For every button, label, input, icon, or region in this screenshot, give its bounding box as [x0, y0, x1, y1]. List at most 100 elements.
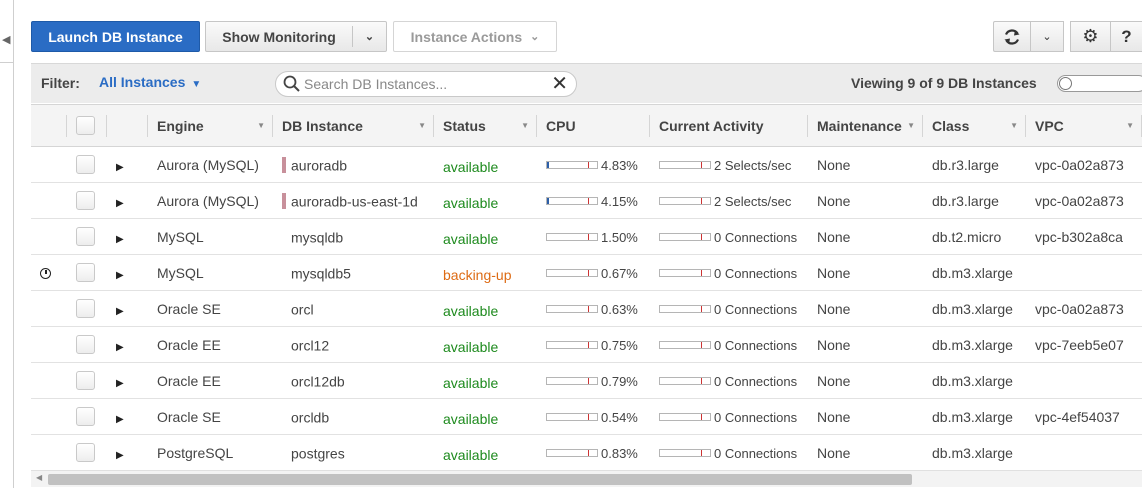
vpc-cell[interactable]: vpc-0a02a873: [1026, 146, 1142, 183]
expand-triangle-icon[interactable]: ▶: [116, 198, 124, 209]
db-instance-name[interactable]: orcl12db: [291, 373, 345, 389]
db-instance-name[interactable]: postgres: [291, 445, 345, 461]
cpu-cell: 1.50%: [537, 218, 650, 255]
column-header-cpu[interactable]: CPU: [537, 104, 650, 147]
row-checkbox[interactable]: [76, 299, 95, 318]
column-header-class[interactable]: Class ▼: [923, 104, 1026, 147]
header-expand-col: [107, 104, 148, 147]
cpu-gauge-threshold: [588, 162, 589, 169]
activity-gauge: [659, 197, 711, 206]
sort-icon: ▼: [1126, 121, 1134, 130]
row-expand-cell: ▶: [107, 362, 148, 399]
scrollbar-thumb[interactable]: [48, 474, 912, 485]
vpc-cell[interactable]: [1026, 362, 1142, 399]
show-monitoring-button[interactable]: Show Monitoring ⌄: [205, 21, 387, 52]
launch-db-instance-button[interactable]: Launch DB Instance: [31, 21, 200, 52]
left-panel-edge: ◀: [0, 0, 16, 488]
expand-triangle-icon[interactable]: ▶: [116, 414, 124, 425]
db-instance-name[interactable]: auroradb-us-east-1d: [291, 193, 418, 209]
vpc-cell[interactable]: vpc-b302a8ca: [1026, 218, 1142, 255]
status-cell: available: [434, 146, 537, 183]
activity-value: 0 Connections: [714, 409, 798, 425]
cpu-value: 0.75%: [601, 337, 638, 353]
db-instance-name[interactable]: auroradb: [291, 157, 347, 173]
row-checkbox[interactable]: [76, 227, 95, 246]
help-icon[interactable]: ?: [1110, 21, 1142, 52]
row-checkbox[interactable]: [76, 371, 95, 390]
expand-triangle-icon[interactable]: ▶: [116, 342, 124, 353]
activity-gauge: [659, 305, 711, 314]
db-instance-name[interactable]: mysqldb: [291, 229, 343, 245]
refresh-icon[interactable]: [993, 21, 1030, 52]
refresh-options-chevron-icon[interactable]: ⌄: [1030, 21, 1064, 52]
column-header-label: VPC: [1035, 117, 1064, 134]
row-checkbox[interactable]: [76, 155, 95, 174]
filter-dropdown[interactable]: All Instances ▼: [99, 74, 201, 90]
row-checkbox[interactable]: [76, 263, 95, 282]
select-all-checkbox[interactable]: [76, 116, 95, 135]
row-checkbox[interactable]: [76, 335, 95, 354]
activity-gauge-threshold: [701, 306, 702, 313]
activity-value: 2 Selects/sec: [714, 193, 792, 209]
vpc-cell[interactable]: [1026, 434, 1142, 470]
cpu-cell: 0.63%: [537, 290, 650, 327]
table-row[interactable]: ▶ Oracle SE orcl available 0.63% 0 Connection…: [31, 290, 1142, 327]
chevron-down-icon[interactable]: ⌄: [353, 30, 386, 43]
toggle-slider[interactable]: [1057, 75, 1142, 92]
table-row[interactable]: ▶ Aurora (MySQL) auroradb-us-east-1d availa…: [31, 182, 1142, 219]
expand-triangle-icon[interactable]: ▶: [116, 450, 124, 461]
table-row[interactable]: ▶ Aurora (MySQL) auroradb available 4.83% 2 S…: [31, 146, 1142, 183]
show-monitoring-label: Show Monitoring: [222, 28, 336, 45]
class-cell: db.m3.xlarge: [923, 254, 1026, 291]
column-header-status[interactable]: Status ▼: [434, 104, 537, 147]
table-row[interactable]: ▶ Oracle SE orcldb available 0.54% 0 Connecti…: [31, 398, 1142, 435]
db-instance-cell: mysqldb5: [273, 254, 434, 291]
vpc-cell[interactable]: vpc-7eeb5e07: [1026, 326, 1142, 363]
vpc-cell[interactable]: vpc-4ef54037: [1026, 398, 1142, 435]
horizontal-scrollbar[interactable]: ◀: [31, 470, 1142, 487]
db-instance-name[interactable]: mysqldb5: [291, 265, 351, 281]
status-cell: available: [434, 182, 537, 219]
column-header-vpc[interactable]: VPC ▼: [1026, 104, 1142, 147]
column-header-label: Status: [443, 117, 486, 134]
class-cell: db.r3.large: [923, 182, 1026, 219]
table-row[interactable]: ▶ MySQL mysqldb5 backing-up 0.67% 0 Connectio…: [31, 254, 1142, 291]
expand-triangle-icon[interactable]: ▶: [116, 234, 124, 245]
activity-gauge-threshold: [701, 342, 702, 349]
table-row[interactable]: ▶ PostgreSQL postgres available 0.83% 0 Conne…: [31, 434, 1142, 470]
row-expand-cell: ▶: [107, 182, 148, 219]
expand-triangle-icon[interactable]: ▶: [116, 306, 124, 317]
activity-gauge-threshold: [701, 234, 702, 241]
column-header-db-instance[interactable]: DB Instance ▼: [273, 104, 434, 147]
table-row[interactable]: ▶ MySQL mysqldb available 1.50% 0 Connections…: [31, 218, 1142, 255]
engine-cell: Oracle SE: [148, 290, 273, 327]
column-header-engine[interactable]: Engine ▼: [148, 104, 273, 147]
table-row[interactable]: ▶ Oracle EE orcl12 available 0.75% 0 Connecti…: [31, 326, 1142, 363]
expand-triangle-icon[interactable]: ▶: [116, 378, 124, 389]
activity-cell: 0 Connections: [650, 254, 808, 291]
gear-icon[interactable]: ⚙: [1070, 21, 1110, 52]
instance-actions-button[interactable]: Instance Actions ⌄: [393, 21, 557, 52]
row-checkbox[interactable]: [76, 191, 95, 210]
row-checkbox[interactable]: [76, 407, 95, 426]
expand-triangle-icon[interactable]: ▶: [116, 162, 124, 173]
vpc-cell[interactable]: [1026, 254, 1142, 291]
slider-knob[interactable]: [1059, 77, 1072, 90]
scroll-left-arrow-icon[interactable]: ◀: [36, 473, 42, 482]
column-header-current-activity[interactable]: Current Activity: [650, 104, 808, 147]
db-instance-name[interactable]: orcl: [291, 301, 314, 317]
column-header-maintenance[interactable]: Maintenance ▼: [808, 104, 923, 147]
close-icon[interactable]: ✕: [551, 73, 568, 95]
row-checkbox[interactable]: [76, 443, 95, 462]
collapse-arrow-icon[interactable]: ◀: [2, 33, 10, 46]
table-row[interactable]: ▶ Oracle EE orcl12db available 0.79% 0 Connec…: [31, 362, 1142, 399]
vpc-cell[interactable]: vpc-0a02a873: [1026, 290, 1142, 327]
db-instance-name[interactable]: orcl12: [291, 337, 329, 353]
expand-triangle-icon[interactable]: ▶: [116, 270, 124, 281]
maintenance-cell: None: [808, 434, 923, 470]
search-input[interactable]: [302, 74, 542, 94]
db-instance-name[interactable]: orcldb: [291, 409, 329, 425]
cluster-marker: [282, 157, 286, 174]
toolbar: Launch DB Instance Show Monitoring ⌄ Ins…: [31, 21, 1142, 52]
vpc-cell[interactable]: vpc-0a02a873: [1026, 182, 1142, 219]
